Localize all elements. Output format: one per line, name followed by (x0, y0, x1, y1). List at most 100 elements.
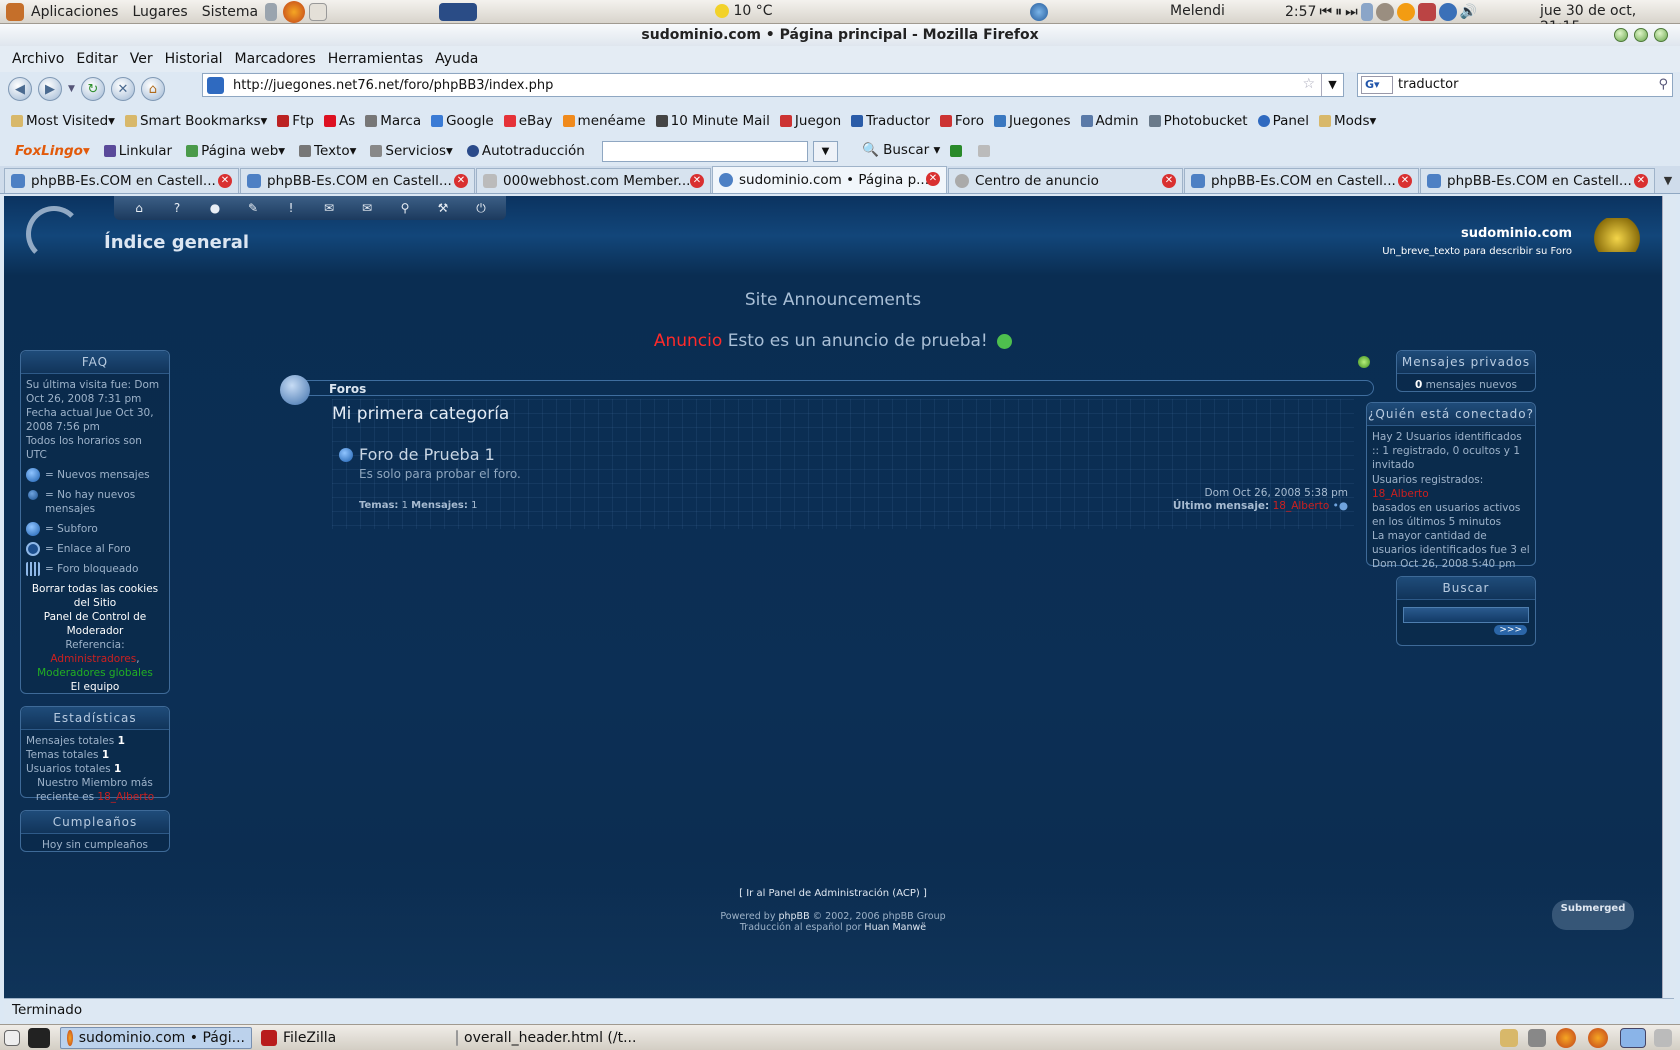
url-dropdown-icon[interactable]: ▼ (1321, 74, 1343, 96)
translator-link[interactable]: Huan Manwë (864, 922, 926, 933)
bookmark-admin[interactable]: Admin (1076, 113, 1144, 129)
notification-icon[interactable] (1360, 3, 1373, 21)
faq-title[interactable]: FAQ (21, 351, 169, 374)
tab-phpbb-es-3[interactable]: phpBB-Es.COM en Castell... ✕ (1184, 168, 1419, 193)
close-tab-icon[interactable]: ✕ (218, 174, 232, 188)
minimize-button[interactable] (1614, 28, 1628, 42)
global-mods-link[interactable]: Moderadores globales (26, 666, 164, 680)
members-icon[interactable]: ⚲ (386, 196, 424, 220)
close-button[interactable] (1654, 28, 1668, 42)
team-link[interactable]: El equipo (26, 680, 164, 694)
sync-icon[interactable] (1438, 3, 1457, 21)
tools-icon[interactable] (950, 145, 962, 157)
online-user-link[interactable]: 18_Alberto (1372, 487, 1530, 501)
screenshot-icon[interactable] (1528, 1029, 1546, 1047)
bookmark-panel[interactable]: Panel (1253, 113, 1314, 129)
search-submit-button[interactable]: >>> (1494, 625, 1527, 635)
bookmark-most-visited[interactable]: Most Visited ▾ (6, 113, 120, 129)
tab-centro-de-anuncio[interactable]: Centro de anuncio ✕ (948, 168, 1183, 193)
posts-icon[interactable]: ✉ (348, 196, 386, 220)
stop-button[interactable]: ✕ (110, 77, 135, 101)
menu-archivo[interactable]: Archivo (6, 51, 70, 67)
bookmark-juegon[interactable]: Juegon (775, 113, 846, 129)
maximize-button[interactable] (1634, 28, 1648, 42)
window-titlebar[interactable]: sudominio.com • Página principal - Mozil… (0, 24, 1680, 46)
search-engine-icon[interactable]: G▾ (1361, 76, 1393, 94)
newest-member-link[interactable]: 18_Alberto (97, 791, 154, 803)
pm-title[interactable]: Mensajes privados (1397, 351, 1535, 374)
system-monitor-icon[interactable] (439, 2, 478, 21)
firefox-icon[interactable] (1556, 1028, 1576, 1048)
acp-link[interactable]: [ Ir al Panel de Administración (ACP) ] (4, 888, 1662, 899)
taskbar-editor[interactable]: overall_header.html (/t... (450, 1027, 642, 1049)
bookmark-as[interactable]: As (319, 113, 360, 129)
help-icon[interactable]: ? (158, 196, 196, 220)
admins-link[interactable]: Administradores (50, 653, 136, 665)
taskbar-filezilla[interactable]: FileZilla (255, 1027, 447, 1049)
tab-sudominio[interactable]: sudominio.com • Página p... ✕ (712, 166, 947, 193)
menu-sistema[interactable]: Sistema (195, 4, 265, 20)
foxlingo-button[interactable]: FoxLingo ▾ (8, 143, 97, 159)
terminal-icon[interactable] (28, 1027, 50, 1048)
pencil-icon[interactable] (978, 145, 990, 157)
bookmark-ftp[interactable]: Ftp (272, 113, 319, 129)
menu-ayuda[interactable]: Ayuda (429, 51, 484, 67)
bookmark-traductor[interactable]: Traductor (846, 113, 935, 129)
bookmark-foro[interactable]: Foro (935, 113, 989, 129)
updates-icon[interactable] (1396, 3, 1415, 21)
close-tab-icon[interactable]: ✕ (1162, 174, 1176, 188)
firefox-icon[interactable] (1588, 1028, 1608, 1048)
category-title[interactable]: Mi primera categoría (332, 404, 509, 424)
autotraduccion-button[interactable]: Autotraducción (460, 143, 592, 159)
last-post-user-link[interactable]: 18_Alberto (1273, 500, 1330, 512)
reload-button[interactable]: ↻ (80, 77, 105, 101)
show-desktop-icon[interactable] (4, 1029, 20, 1046)
network-icon[interactable] (1417, 3, 1436, 21)
mail-launcher-icon[interactable] (309, 2, 328, 21)
tab-list-dropdown-icon[interactable]: ▼ (1656, 168, 1680, 193)
bookmark-marca[interactable]: Marca (360, 113, 426, 129)
bookmark-mods[interactable]: Mods ▾ (1314, 113, 1381, 129)
texto-button[interactable]: Texto ▾ (292, 143, 363, 159)
search-bar[interactable]: G▾ traductor ⚲ (1357, 73, 1673, 97)
bookmark-star-icon[interactable]: ☆ (1302, 76, 1315, 92)
history-dropdown-icon[interactable]: ▼ (68, 84, 75, 94)
volume-icon[interactable]: 🔊 (1460, 4, 1477, 20)
prev-track-icon[interactable]: ⏮ (1319, 4, 1332, 20)
forum-link[interactable]: Foro de Prueba 1 (359, 445, 495, 464)
tab-phpbb-es-1[interactable]: phpBB-Es.COM en Castell... ✕ (4, 168, 239, 193)
users-icon[interactable] (1375, 3, 1394, 21)
bookmark-smart[interactable]: Smart Bookmarks ▾ (120, 113, 272, 129)
bookmark-10-minute-mail[interactable]: 10 Minute Mail (651, 113, 775, 129)
search-input[interactable] (1403, 607, 1529, 623)
pause-icon[interactable]: ⏸ (1335, 4, 1342, 20)
firefox-launcher-icon[interactable] (283, 0, 306, 23)
foxlingo-dropdown-icon[interactable]: ▼ (813, 141, 838, 162)
power-icon[interactable]: ⏻ (462, 196, 500, 220)
tab-phpbb-es-2[interactable]: phpBB-Es.COM en Castell... ✕ (240, 168, 475, 193)
foxlingo-input[interactable] (602, 141, 808, 162)
messages-icon[interactable]: ✉ (310, 196, 348, 220)
search-icon[interactable]: ⚲ (1658, 74, 1668, 96)
calculator-icon[interactable] (265, 2, 278, 21)
menu-lugares[interactable]: Lugares (125, 4, 194, 20)
gnome-foot-icon[interactable] (6, 2, 24, 21)
site-identity-icon[interactable] (207, 77, 224, 94)
bookmark-photobucket[interactable]: Photobucket (1144, 113, 1253, 129)
pagina-web-button[interactable]: Página web ▾ (179, 143, 292, 159)
bookmark-juegones[interactable]: Juegones (989, 113, 1076, 129)
servicios-button[interactable]: Servicios ▾ (363, 143, 459, 159)
menu-editar[interactable]: Editar (70, 51, 123, 67)
user-name[interactable]: Melendi (1170, 3, 1225, 19)
close-tab-icon[interactable]: ✕ (1634, 174, 1648, 188)
trash-icon[interactable] (1654, 1029, 1672, 1047)
bookmark-google[interactable]: Google (426, 113, 499, 129)
forum-logo[interactable] (26, 206, 82, 262)
page-title[interactable]: Índice general (104, 232, 249, 253)
tools-icon[interactable]: ⚒ (424, 196, 462, 220)
menu-aplicaciones[interactable]: Aplicaciones (24, 4, 125, 20)
weather-applet[interactable]: 10 °C (715, 3, 773, 19)
search-forum-icon[interactable]: ✎ (234, 196, 272, 220)
back-button[interactable]: ◀ (8, 77, 32, 101)
view-latest-post-icon[interactable]: •● (1333, 500, 1348, 512)
